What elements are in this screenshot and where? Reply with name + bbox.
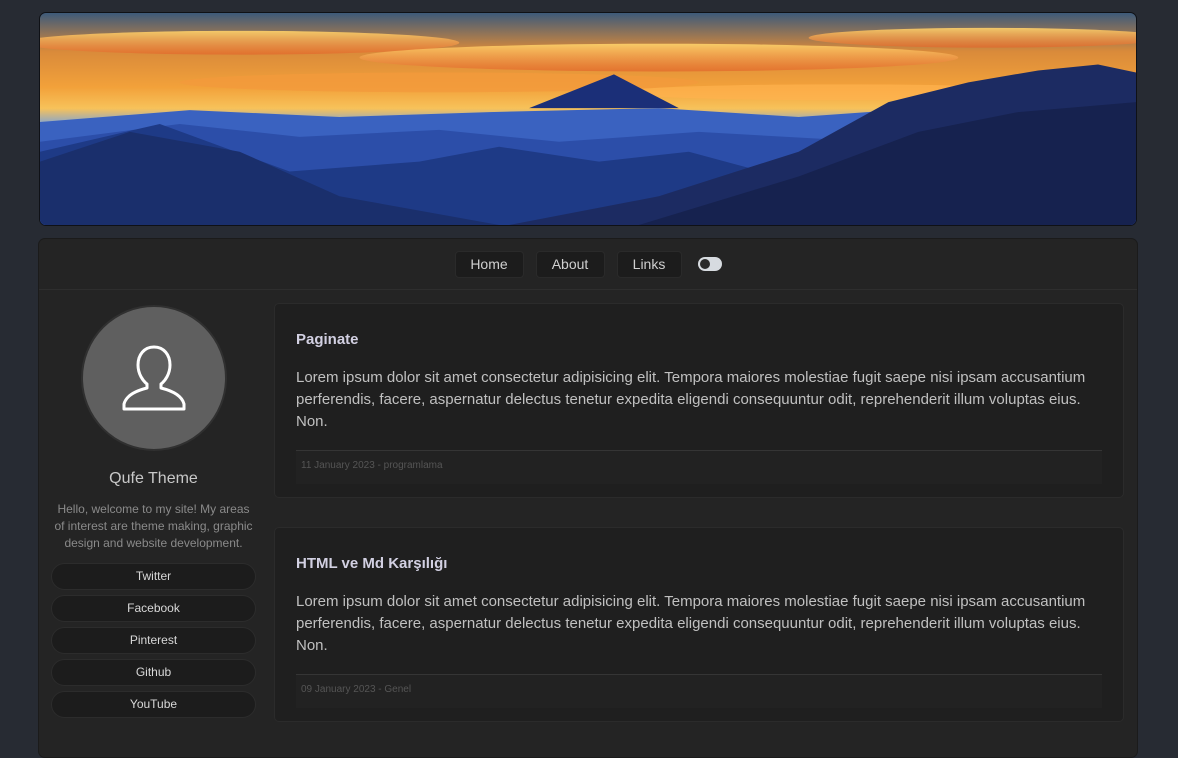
post-excerpt: Lorem ipsum dolor sit amet consectetur a… <box>296 369 1086 430</box>
top-nav: Home About Links <box>39 239 1137 290</box>
post-title-link[interactable]: Paginate <box>296 331 1102 348</box>
nav-about-button[interactable]: About <box>535 250 605 278</box>
site-name: Qufe Theme <box>109 470 198 487</box>
nav-home-button[interactable]: Home <box>454 250 524 278</box>
post-meta: 11 January 2023 - programlama <box>296 450 1102 484</box>
post-excerpt: Lorem ipsum dolor sit amet consectetur a… <box>296 593 1086 654</box>
social-github-button[interactable]: Github <box>51 659 256 686</box>
social-links: Twitter Facebook Pinterest Github YouTub… <box>51 563 256 718</box>
post-card: Paginate Lorem ipsum dolor sit amet cons… <box>274 303 1124 498</box>
post-card: HTML ve Md Karşılığı Lorem ipsum dolor s… <box>274 527 1124 722</box>
theme-toggle-icon[interactable] <box>697 257 722 271</box>
profile-sidebar: Qufe Theme Hello, welcome to my site! My… <box>51 305 256 723</box>
post-meta: 09 January 2023 - Genel <box>296 674 1102 708</box>
main-panel: Home About Links Qufe Theme Hello, welco… <box>38 238 1138 758</box>
social-facebook-button[interactable]: Facebook <box>51 595 256 622</box>
user-icon <box>122 345 185 411</box>
social-twitter-button[interactable]: Twitter <box>51 563 256 590</box>
post-title-link[interactable]: HTML ve Md Karşılığı <box>296 555 1102 572</box>
social-youtube-button[interactable]: YouTube <box>51 691 256 718</box>
nav-links-button[interactable]: Links <box>616 250 682 278</box>
social-pinterest-button[interactable]: Pinterest <box>51 627 256 654</box>
avatar <box>80 305 227 451</box>
header-banner-image <box>39 12 1137 226</box>
site-bio: Hello, welcome to my site! My areas of i… <box>54 502 253 550</box>
